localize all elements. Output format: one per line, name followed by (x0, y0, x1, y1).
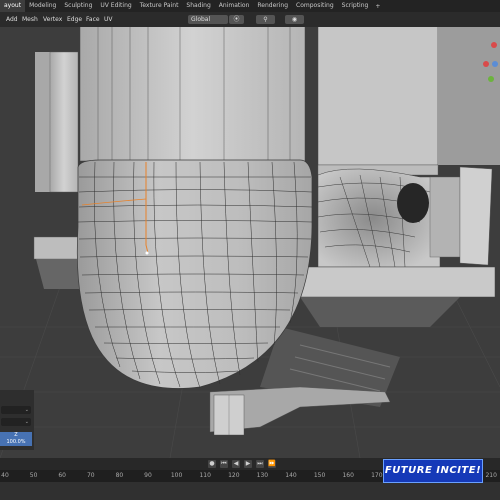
workspace-tab[interactable]: UV Editing (96, 0, 135, 12)
frame-tick-label: 90 (144, 472, 152, 479)
prev-keyframe-icon[interactable]: ⏮ (220, 460, 228, 468)
play-icon[interactable]: ▶ (244, 460, 252, 468)
vertex-menu[interactable]: Vertex (40, 15, 65, 24)
mesh-menu[interactable]: Mesh (19, 15, 41, 24)
orientation-dropdown[interactable]: Global (188, 15, 228, 24)
workspace-tab[interactable]: Compositing (292, 0, 338, 12)
frame-tick-label: 160 (342, 472, 354, 479)
left-tower-back (35, 52, 51, 192)
3d-viewport[interactable] (0, 27, 500, 458)
jump-end-icon[interactable]: ⏩ (268, 460, 276, 468)
workspace-tab[interactable]: Modeling (25, 0, 60, 12)
frame-tick-label: 120 (228, 472, 240, 479)
mesh-view[interactable] (0, 27, 500, 458)
adjust-last-operation-panel: ⌄ ⌄ Z 100.0% (0, 390, 34, 450)
snap-icon[interactable]: ⚲ (256, 15, 275, 24)
option-dropdown-1[interactable]: ⌄ (1, 406, 31, 414)
upper-tower (79, 27, 306, 162)
frame-tick-label: 50 (29, 472, 38, 479)
future-incite-logo: FUTURE INCITE! (383, 459, 483, 483)
uv-menu[interactable]: UV (101, 15, 116, 24)
workspace-tab[interactable]: Texture Paint (136, 0, 183, 12)
frame-tick-label: 100 (170, 472, 183, 479)
frame-tick-label: 210 (485, 472, 497, 479)
right-building (294, 27, 500, 327)
proportional-editing-icon[interactable]: ◉ (285, 15, 304, 24)
viewport-header: Add Mesh Vertex Edge Face UV Global ⦿ ⚲ … (0, 12, 500, 27)
frame-tick-label: 60 (58, 472, 67, 479)
workspace-tab[interactable]: Scripting (338, 0, 373, 12)
workspace-tab[interactable]: ayout (0, 0, 26, 12)
proportional-size-field[interactable]: 100.0% (0, 438, 32, 446)
timeline-area[interactable] (0, 482, 500, 500)
add-workspace-icon[interactable]: + (372, 3, 383, 10)
workspace-tab[interactable]: Shading (182, 0, 214, 12)
workspace-tab[interactable]: Rendering (253, 0, 292, 12)
workspace-tabs: ayout Modeling Sculpting UV Editing Texture … (0, 0, 500, 12)
frame-tick-label: 170 (371, 472, 383, 479)
frame-tick-label: 140 (285, 472, 297, 479)
frame-tick-label: 80 (115, 472, 124, 479)
orientation-label: Global (191, 16, 211, 23)
face-menu[interactable]: Face (83, 15, 103, 24)
transform-pivot-icon[interactable]: ⦿ (229, 15, 244, 24)
frame-tick-label: 70 (86, 472, 95, 479)
next-keyframe-icon[interactable]: ⏭ (256, 460, 264, 468)
add-menu[interactable]: Add (3, 15, 21, 24)
frame-tick-label: 130 (256, 472, 269, 479)
workspace-tab[interactable]: Sculpting (60, 0, 96, 12)
frame-tick-label: 150 (313, 472, 326, 479)
option-dropdown-2[interactable]: ⌄ (1, 418, 31, 426)
workspace-tab[interactable]: Animation (215, 0, 254, 12)
edge-menu[interactable]: Edge (64, 15, 85, 24)
frame-tick-label: 110 (199, 472, 211, 479)
frame-tick-label: 40 (1, 472, 9, 479)
jump-start-icon[interactable]: ● (208, 460, 216, 468)
play-reverse-icon[interactable]: ◀ (232, 460, 240, 468)
